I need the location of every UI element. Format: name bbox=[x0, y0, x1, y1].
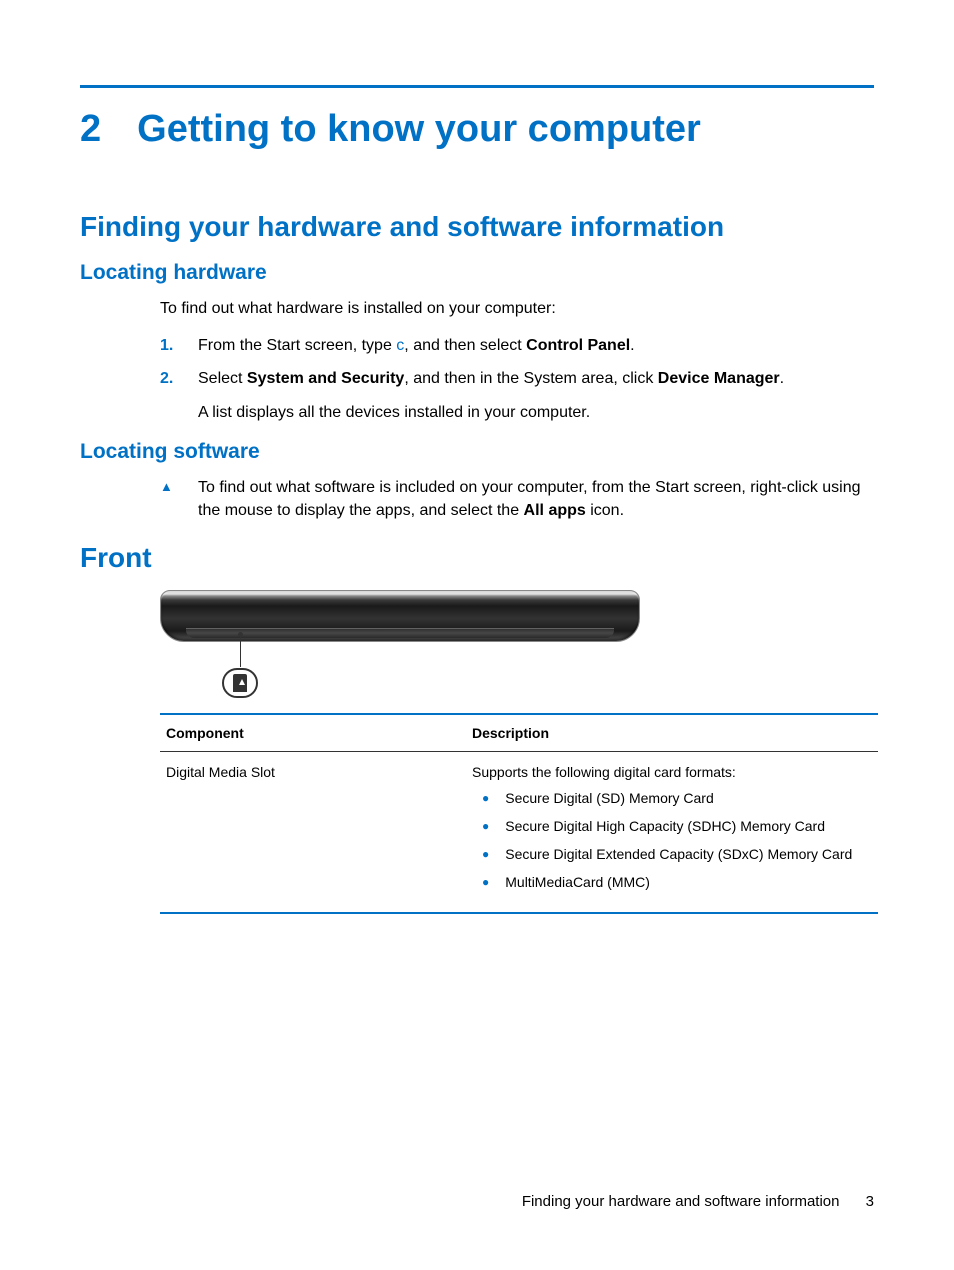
hw-step-2: 2. Select System and Security, and then … bbox=[160, 367, 874, 423]
text: . bbox=[780, 370, 784, 387]
list-item: ● Secure Digital Extended Capacity (SDxC)… bbox=[472, 846, 878, 862]
laptop-front-strip bbox=[186, 628, 614, 638]
list-item: ● Secure Digital (SD) Memory Card bbox=[472, 790, 878, 806]
text: . bbox=[630, 337, 634, 354]
step-number: 1. bbox=[160, 334, 178, 357]
bullet-icon: ● bbox=[472, 818, 489, 834]
hw-intro: To find out what hardware is installed o… bbox=[160, 297, 874, 320]
step-tail: A list displays all the devices installe… bbox=[198, 401, 874, 424]
step-number: 2. bbox=[160, 367, 178, 423]
table-header-row: Component Description bbox=[160, 715, 878, 752]
text: icon. bbox=[586, 502, 624, 519]
bold-device-manager: Device Manager bbox=[658, 370, 780, 387]
step-content: Select System and Security, and then in … bbox=[198, 367, 874, 423]
page-number: 3 bbox=[866, 1193, 874, 1210]
bullet-icon: ● bbox=[472, 790, 489, 806]
sd-card-icon bbox=[233, 674, 247, 692]
chapter-title: Getting to know your computer bbox=[137, 108, 701, 151]
subheading-locating-hardware: Locating hardware bbox=[80, 261, 874, 285]
cell-component: Digital Media Slot bbox=[160, 764, 472, 902]
triangle-bullet-icon: ▲ bbox=[160, 476, 178, 522]
bullet-icon: ● bbox=[472, 874, 489, 890]
callout-leader bbox=[240, 635, 241, 667]
hw-steps: 1. From the Start screen, type c, and th… bbox=[160, 334, 874, 424]
list-item: ● Secure Digital High Capacity (SDHC) Mem… bbox=[472, 818, 878, 834]
text: From the Start screen, type bbox=[198, 337, 396, 354]
bullet-icon: ● bbox=[472, 846, 489, 862]
callout-digital-media-slot bbox=[222, 668, 258, 698]
section-heading-finding: Finding your hardware and software infor… bbox=[80, 211, 874, 243]
sw-item: ▲ To find out what software is included … bbox=[160, 476, 874, 522]
text: , and then select bbox=[404, 337, 526, 354]
cell-description: Supports the following digital card form… bbox=[472, 764, 878, 902]
col-header-component: Component bbox=[160, 725, 472, 741]
desc-intro: Supports the following digital card form… bbox=[472, 764, 878, 780]
component-table: Component Description Digital Media Slot… bbox=[160, 713, 878, 914]
bold-all-apps: All apps bbox=[524, 502, 586, 519]
footer-section-title: Finding your hardware and software infor… bbox=[522, 1193, 840, 1210]
chapter-number: 2 bbox=[80, 108, 101, 151]
top-rule bbox=[80, 85, 874, 88]
page-footer: Finding your hardware and software infor… bbox=[522, 1193, 874, 1210]
subheading-locating-software: Locating software bbox=[80, 440, 874, 464]
sw-list: ▲ To find out what software is included … bbox=[160, 476, 874, 522]
bold-control-panel: Control Panel bbox=[526, 337, 630, 354]
bullet-text: Secure Digital High Capacity (SDHC) Memo… bbox=[505, 818, 825, 834]
desc-bullets: ● Secure Digital (SD) Memory Card ● Secure… bbox=[472, 790, 878, 890]
chapter-heading: 2 Getting to know your computer bbox=[80, 108, 874, 151]
sw-item-content: To find out what software is included on… bbox=[198, 476, 874, 522]
section-heading-front: Front bbox=[80, 542, 874, 574]
bold-system-security: System and Security bbox=[247, 370, 404, 387]
col-header-description: Description bbox=[472, 725, 878, 741]
front-illustration bbox=[160, 590, 640, 705]
table-row: Digital Media Slot Supports the followin… bbox=[160, 752, 878, 912]
text: , and then in the System area, click bbox=[404, 370, 657, 387]
text: Select bbox=[198, 370, 247, 387]
bullet-text: MultiMediaCard (MMC) bbox=[505, 874, 650, 890]
bullet-text: Secure Digital (SD) Memory Card bbox=[505, 790, 714, 806]
list-item: ● MultiMediaCard (MMC) bbox=[472, 874, 878, 890]
bullet-text: Secure Digital Extended Capacity (SDxC) … bbox=[505, 846, 852, 862]
hw-step-1: 1. From the Start screen, type c, and th… bbox=[160, 334, 874, 357]
step-content: From the Start screen, type c, and then … bbox=[198, 334, 874, 357]
